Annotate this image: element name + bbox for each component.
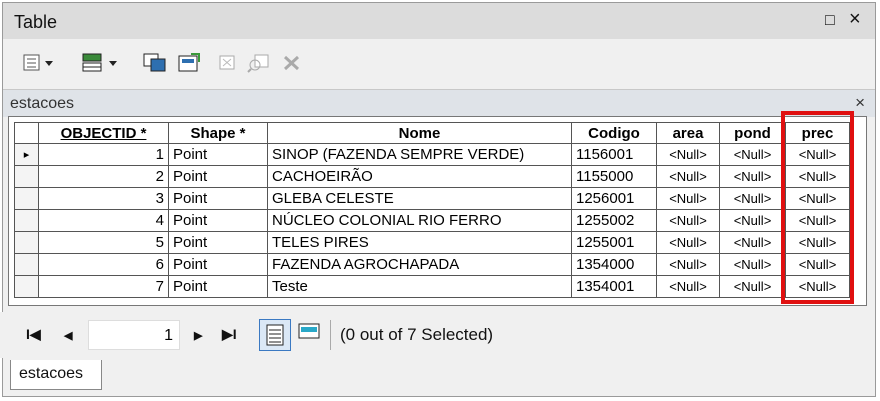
cell-objectid[interactable]: 4 xyxy=(38,209,169,232)
cell-pond[interactable]: <Null> xyxy=(719,143,786,166)
cell-objectid[interactable]: 6 xyxy=(38,253,169,276)
previous-record-button[interactable]: ◀ xyxy=(64,329,72,342)
related-tables-icon[interactable] xyxy=(81,53,121,73)
row-selector[interactable] xyxy=(14,275,39,298)
cell-codigo[interactable]: 1255002 xyxy=(571,209,657,232)
current-record-value: 1 xyxy=(164,327,173,344)
cell-pond[interactable]: <Null> xyxy=(719,253,786,276)
row-selector[interactable] xyxy=(14,187,39,210)
clear-selection-icon[interactable] xyxy=(217,53,239,73)
cell-shape[interactable]: Point xyxy=(168,209,268,232)
row-selector[interactable] xyxy=(14,253,39,276)
current-record-field[interactable]: 1 xyxy=(88,320,180,350)
attribute-table: OBJECTID * Shape * Nome Codigo area pond… xyxy=(14,122,850,298)
column-header-objectid[interactable]: OBJECTID * xyxy=(38,122,169,144)
cell-nome[interactable]: TELES PIRES xyxy=(267,231,572,254)
cell-codigo[interactable]: 1354000 xyxy=(571,253,657,276)
cell-pond[interactable]: <Null> xyxy=(719,275,786,298)
column-header-nome[interactable]: Nome xyxy=(267,122,572,144)
column-header-shape[interactable]: Shape * xyxy=(168,122,268,144)
toolbar-divider xyxy=(330,320,331,350)
cell-area[interactable]: <Null> xyxy=(656,275,720,298)
table-row[interactable]: ▸ 1 Point SINOP (FAZENDA SEMPRE VERDE) 1… xyxy=(14,143,850,166)
prec-column-highlight xyxy=(781,111,854,304)
row-selector[interactable]: ▸ xyxy=(14,143,39,166)
cell-nome[interactable]: FAZENDA AGROCHAPADA xyxy=(267,253,572,276)
selection-status: (0 out of 7 Selected) xyxy=(340,325,494,344)
cell-pond[interactable]: <Null> xyxy=(719,231,786,254)
cell-codigo[interactable]: 1155000 xyxy=(571,165,657,188)
cell-objectid[interactable]: 5 xyxy=(38,231,169,254)
table-row[interactable]: 4 Point NÚCLEO COLONIAL RIO FERRO 125500… xyxy=(14,209,850,232)
cell-shape[interactable]: Point xyxy=(168,253,268,276)
switch-selection-icon[interactable] xyxy=(178,53,204,73)
cell-shape[interactable]: Point xyxy=(168,187,268,210)
cell-nome[interactable]: GLEBA CELESTE xyxy=(267,187,572,210)
record-navigation-bar: I◀ ◀ 1 ▶ ▶I (0 out of 7 Selected) xyxy=(0,312,872,358)
show-selected-records-button[interactable] xyxy=(296,320,322,342)
title-bar: Table □ × xyxy=(3,3,875,39)
column-header-area[interactable]: area xyxy=(656,122,720,144)
row-selector[interactable] xyxy=(14,165,39,188)
cell-area[interactable]: <Null> xyxy=(656,209,720,232)
cell-nome[interactable]: Teste xyxy=(267,275,572,298)
cell-codigo[interactable]: 1354001 xyxy=(571,275,657,298)
table-row[interactable]: 5 Point TELES PIRES 1255001 <Null> <Null… xyxy=(14,231,850,254)
cell-pond[interactable]: <Null> xyxy=(719,165,786,188)
toolbar xyxy=(3,39,875,87)
cell-area[interactable]: <Null> xyxy=(656,143,720,166)
table-row[interactable]: 7 Point Teste 1354001 <Null> <Null> <Nul… xyxy=(14,275,850,298)
close-tab-button[interactable]: × xyxy=(855,93,865,113)
cell-shape[interactable]: Point xyxy=(168,165,268,188)
cell-shape[interactable]: Point xyxy=(168,275,268,298)
first-record-button[interactable]: I◀ xyxy=(26,326,41,343)
cell-objectid[interactable]: 1 xyxy=(38,143,169,166)
cell-nome[interactable]: NÚCLEO COLONIAL RIO FERRO xyxy=(267,209,572,232)
cell-area[interactable]: <Null> xyxy=(656,253,720,276)
cell-codigo[interactable]: 1255001 xyxy=(571,231,657,254)
cell-codigo[interactable]: 1156001 xyxy=(571,143,657,166)
cell-pond[interactable]: <Null> xyxy=(719,187,786,210)
cell-area[interactable]: <Null> xyxy=(656,231,720,254)
column-header-pond[interactable]: pond xyxy=(719,122,786,144)
close-window-button[interactable]: × xyxy=(849,8,861,31)
table-row[interactable]: 3 Point GLEBA CELESTE 1256001 <Null> <Nu… xyxy=(14,187,850,210)
current-row-indicator: ▸ xyxy=(23,149,30,161)
delete-selected-icon[interactable] xyxy=(281,53,303,73)
header-row: OBJECTID * Shape * Nome Codigo area pond… xyxy=(14,122,850,144)
bottom-tab-label: estacoes xyxy=(19,365,84,382)
cell-nome[interactable]: CACHOEIRÃO xyxy=(267,165,572,188)
cell-objectid[interactable]: 2 xyxy=(38,165,169,188)
attribute-grid: OBJECTID * Shape * Nome Codigo area pond… xyxy=(8,116,867,306)
zoom-to-selected-icon[interactable] xyxy=(247,53,271,73)
window-title: Table xyxy=(14,12,58,32)
cell-pond[interactable]: <Null> xyxy=(719,209,786,232)
cell-objectid[interactable]: 3 xyxy=(38,187,169,210)
table-row[interactable]: 2 Point CACHOEIRÃO 1155000 <Null> <Null>… xyxy=(14,165,850,188)
table-row[interactable]: 6 Point FAZENDA AGROCHAPADA 1354000 <Nul… xyxy=(14,253,850,276)
column-header-codigo[interactable]: Codigo xyxy=(571,122,657,144)
cell-codigo[interactable]: 1256001 xyxy=(571,187,657,210)
last-record-button[interactable]: ▶I xyxy=(222,326,237,343)
row-selector[interactable] xyxy=(14,209,39,232)
cell-area[interactable]: <Null> xyxy=(656,187,720,210)
cell-shape[interactable]: Point xyxy=(168,231,268,254)
cell-objectid[interactable]: 7 xyxy=(38,275,169,298)
show-all-records-icon xyxy=(266,324,284,346)
select-by-attributes-icon[interactable] xyxy=(143,53,169,73)
select-all-header[interactable] xyxy=(14,122,39,144)
row-selector[interactable] xyxy=(14,231,39,254)
next-record-button[interactable]: ▶ xyxy=(194,329,202,342)
cell-nome[interactable]: SINOP (FAZENDA SEMPRE VERDE) xyxy=(267,143,572,166)
cell-shape[interactable]: Point xyxy=(168,143,268,166)
restore-button[interactable]: □ xyxy=(825,12,835,30)
table-tab-header: estacoes × xyxy=(3,89,875,117)
table-options-icon[interactable] xyxy=(23,53,55,73)
show-selected-records-icon xyxy=(298,323,320,339)
table-tab-label: estacoes xyxy=(10,95,75,112)
show-all-records-button[interactable] xyxy=(259,319,291,351)
bottom-tab-estacoes[interactable]: estacoes xyxy=(10,360,102,390)
cell-area[interactable]: <Null> xyxy=(656,165,720,188)
